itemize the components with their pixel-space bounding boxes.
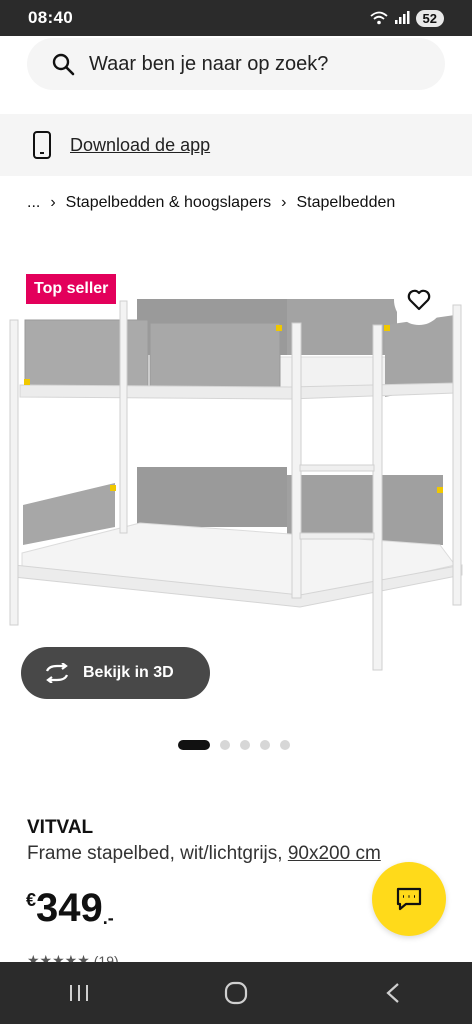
search-input[interactable]: Waar ben je naar op zoek?: [27, 38, 445, 90]
breadcrumb: ... › Stapelbedden & hoogslapers › Stape…: [27, 194, 395, 212]
view-3d-label: Bekijk in 3D: [83, 664, 174, 681]
download-app-banner[interactable]: Download de app: [0, 114, 472, 176]
product-price: € 349 .-: [26, 886, 114, 930]
home-button[interactable]: [196, 968, 276, 1018]
recents-button[interactable]: [39, 968, 119, 1018]
breadcrumb-item-stapelbedden-hoogslapers[interactable]: Stapelbedden & hoogslapers: [66, 194, 272, 212]
carousel-dot[interactable]: [260, 740, 270, 750]
rotate-3d-icon: [45, 663, 69, 683]
search-icon: [52, 53, 75, 76]
top-seller-badge: Top seller: [26, 274, 117, 304]
chat-icon: [396, 887, 422, 911]
price-currency: €: [26, 890, 37, 910]
download-app-link[interactable]: Download de app: [70, 135, 210, 156]
status-bar: 08:40 52: [0, 0, 472, 36]
breadcrumb-ellipsis[interactable]: ...: [27, 194, 40, 212]
back-button[interactable]: [353, 968, 433, 1018]
image-carousel-indicator: [178, 740, 290, 750]
back-icon: [386, 983, 400, 1003]
heart-icon: [407, 289, 431, 311]
breadcrumb-item-stapelbedden[interactable]: Stapelbedden: [297, 194, 396, 212]
status-time: 08:40: [28, 8, 73, 27]
carousel-dot[interactable]: [240, 740, 250, 750]
signal-icon: [394, 11, 410, 24]
recents-icon: [69, 985, 88, 1001]
battery-level: 52: [415, 9, 444, 27]
chevron-right-icon: ›: [50, 194, 56, 211]
home-icon: [224, 981, 248, 1005]
view-3d-button[interactable]: Bekijk in 3D: [21, 647, 210, 699]
product-name: VITVAL: [27, 817, 94, 838]
status-icons: 52: [369, 9, 444, 27]
carousel-dot-active[interactable]: [178, 740, 210, 750]
product-description-text: Frame stapelbed, wit/lichtgrijs,: [27, 843, 283, 864]
chevron-right-icon: ›: [281, 194, 287, 211]
system-navigation-bar: [0, 962, 472, 1024]
carousel-dot[interactable]: [280, 740, 290, 750]
product-description: Frame stapelbed, wit/lichtgrijs, 90x200 …: [27, 843, 381, 865]
carousel-dot[interactable]: [220, 740, 230, 750]
favorite-button[interactable]: [394, 275, 444, 325]
product-image[interactable]: [0, 265, 472, 685]
price-integer: 349: [36, 886, 103, 930]
search-area: Waar ben je naar op zoek?: [0, 36, 472, 114]
search-placeholder: Waar ben je naar op zoek?: [89, 52, 329, 75]
phone-icon: [33, 131, 51, 159]
price-decimal: .-: [102, 908, 114, 928]
product-size-link[interactable]: 90x200 cm: [288, 843, 381, 864]
chat-button[interactable]: [372, 862, 446, 936]
wifi-icon: [369, 11, 388, 25]
